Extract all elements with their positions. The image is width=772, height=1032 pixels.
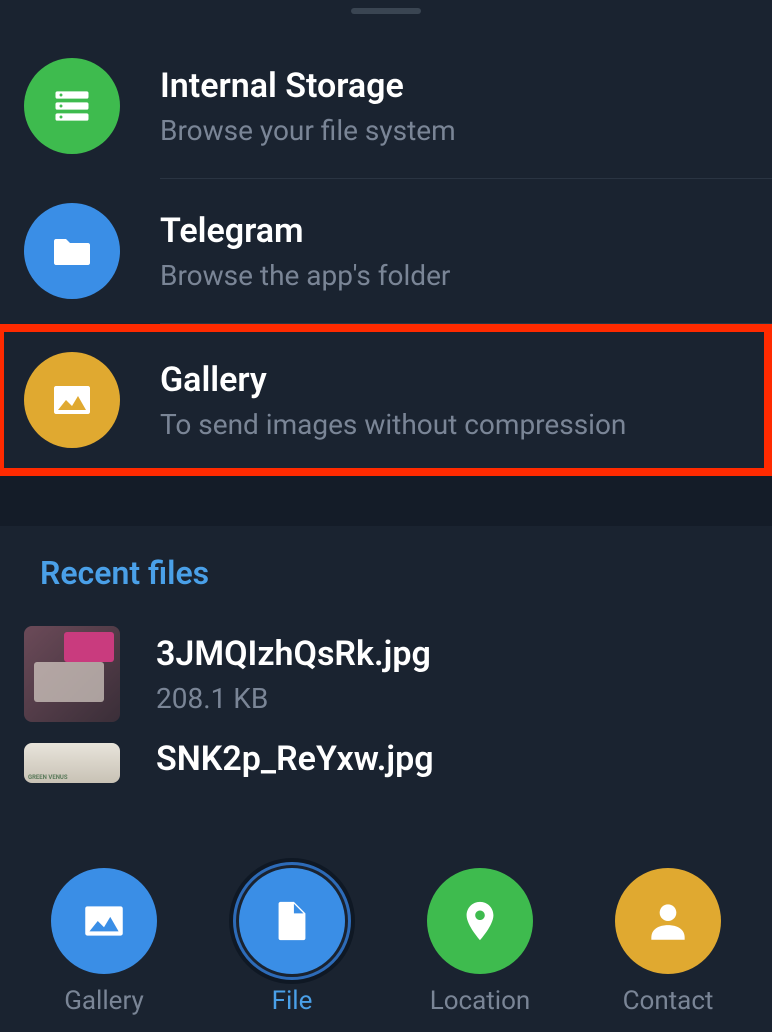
attachment-nav: Gallery File Location Contact	[0, 848, 772, 1032]
recent-files-header: Recent files	[0, 526, 772, 610]
storage-item-telegram[interactable]: Telegram Browse the app's folder	[0, 179, 772, 323]
file-thumbnail: GREEN VENUS	[24, 743, 120, 783]
storage-sources-list: Internal Storage Browse your file system…	[0, 34, 772, 476]
nav-label: Gallery	[64, 986, 144, 1016]
nav-label: File	[272, 986, 313, 1016]
storage-item-gallery[interactable]: Gallery To send images without compressi…	[0, 324, 772, 476]
section-gap	[0, 476, 772, 526]
pin-icon	[427, 868, 533, 974]
drag-handle[interactable]	[351, 8, 421, 14]
folder-icon	[24, 203, 120, 299]
thumbnail-label: GREEN VENUS	[28, 774, 68, 781]
person-icon	[615, 868, 721, 974]
nav-label: Contact	[623, 986, 714, 1016]
nav-contact-button[interactable]: Contact	[588, 868, 748, 1016]
storage-item-title: Gallery	[160, 360, 744, 400]
file-name: SNK2p_ReYxw.jpg	[156, 739, 748, 779]
storage-item-title: Telegram	[160, 211, 748, 251]
storage-icon	[24, 58, 120, 154]
file-icon	[239, 868, 345, 974]
storage-item-subtitle: Browse the app's folder	[160, 259, 748, 292]
file-name: 3JMQIzhQsRk.jpg	[156, 634, 748, 674]
file-size: 208.1 KB	[156, 682, 748, 715]
image-icon	[24, 352, 120, 448]
nav-gallery-button[interactable]: Gallery	[24, 868, 184, 1016]
file-thumbnail	[24, 626, 120, 722]
nav-location-button[interactable]: Location	[400, 868, 560, 1016]
file-item[interactable]: GREEN VENUS SNK2p_ReYxw.jpg	[0, 738, 772, 788]
nav-label: Location	[430, 986, 531, 1016]
storage-item-title: Internal Storage	[160, 66, 748, 106]
file-item[interactable]: 3JMQIzhQsRk.jpg 208.1 KB	[0, 610, 772, 738]
storage-item-subtitle: Browse your file system	[160, 114, 748, 147]
image-icon	[51, 868, 157, 974]
storage-item-internal[interactable]: Internal Storage Browse your file system	[0, 34, 772, 178]
nav-file-button[interactable]: File	[212, 868, 372, 1016]
storage-item-subtitle: To send images without compression	[160, 408, 744, 441]
